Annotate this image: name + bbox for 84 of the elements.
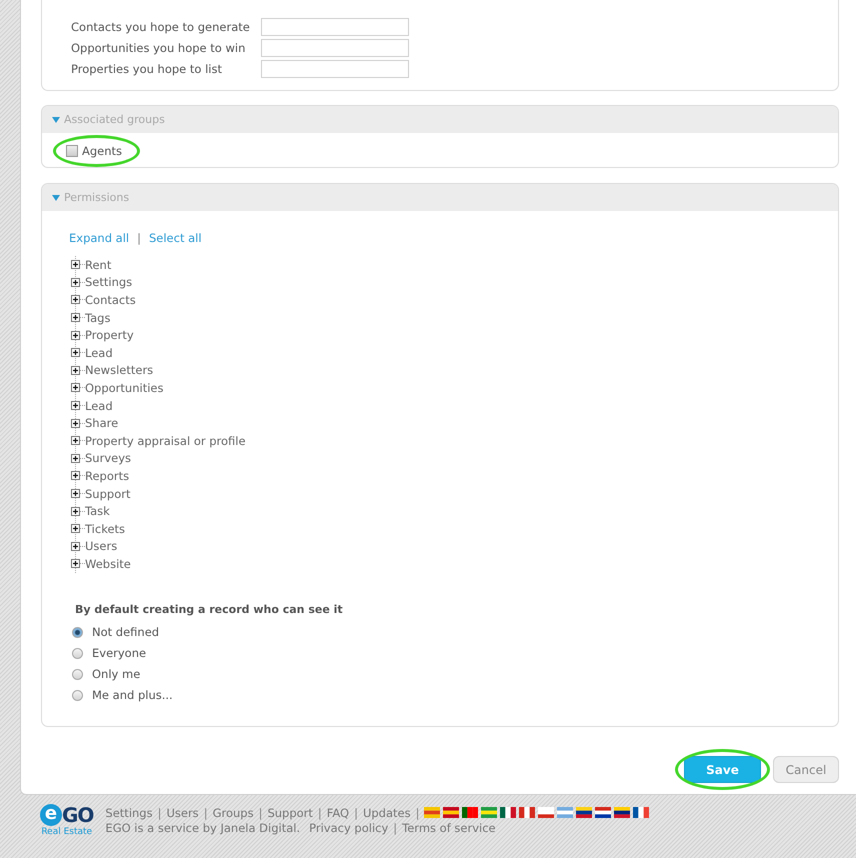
separator: | (354, 806, 358, 820)
flag-icon[interactable] (614, 807, 630, 818)
logo[interactable]: e GO Real Estate (40, 803, 94, 837)
footer-link[interactable]: Groups (212, 806, 254, 820)
expand-icon[interactable] (71, 401, 80, 410)
separator: | (393, 820, 398, 834)
flag-icon[interactable] (595, 807, 612, 818)
input-field[interactable] (261, 39, 409, 57)
expand-icon[interactable] (71, 489, 80, 498)
flag-icon[interactable] (633, 807, 650, 818)
tree-item[interactable]: Lead (85, 398, 113, 413)
section-heading: By default creating a record who can see it (75, 602, 344, 616)
tree-item[interactable]: Newsletters (85, 363, 154, 378)
expand-icon[interactable] (71, 330, 80, 340)
expand-icon[interactable] (71, 471, 80, 480)
footer-link[interactable]: Settings (105, 806, 153, 820)
input-field[interactable] (261, 18, 409, 36)
radio-label: Not defined (92, 625, 160, 640)
expand-icon[interactable] (71, 436, 80, 446)
field-label: Properties you hope to list (71, 62, 224, 76)
tree-item[interactable]: Contacts (85, 292, 136, 307)
separator: | (137, 231, 141, 245)
radio-button[interactable] (72, 626, 83, 638)
tree-item[interactable]: Users (85, 539, 118, 554)
separator: | (258, 806, 262, 820)
tree-item[interactable]: Settings (85, 275, 132, 290)
tree-item[interactable]: Opportunities (85, 380, 164, 395)
field-label: Contacts you hope to generate (71, 20, 251, 34)
credit-text: EGO is a service by Janela Digital. (105, 820, 300, 834)
footer-link[interactable]: Support (267, 806, 313, 820)
expand-icon[interactable] (71, 313, 80, 322)
checkbox-label: Agents (82, 144, 122, 158)
tree-item[interactable]: Property (85, 328, 134, 342)
tree-item[interactable]: Lead (85, 346, 113, 360)
tree-item[interactable]: Share (85, 416, 118, 430)
link[interactable]: Expand all (69, 231, 130, 245)
separator: | (204, 806, 208, 820)
caret-icon (52, 194, 60, 200)
tree-item[interactable]: Tags (85, 310, 110, 325)
tree-item[interactable]: Website (85, 556, 131, 571)
tree-item[interactable]: Property appraisal or profile (85, 434, 246, 448)
flag-icon[interactable] (500, 807, 516, 818)
tree-item[interactable]: Surveys (85, 451, 131, 466)
expand-icon[interactable] (71, 559, 80, 568)
checkbox[interactable] (66, 145, 78, 157)
expand-icon[interactable] (71, 348, 80, 358)
expand-icon[interactable] (71, 278, 80, 287)
radio-label: Everyone (92, 646, 146, 660)
caret-icon (52, 116, 60, 122)
flag-icon[interactable] (576, 807, 592, 818)
footer-link[interactable]: Updates (362, 806, 411, 820)
flag-icon[interactable] (519, 807, 536, 818)
expand-icon[interactable] (71, 295, 80, 304)
separator: | (416, 806, 420, 820)
separator: | (318, 806, 322, 820)
expand-icon[interactable] (71, 418, 80, 428)
separator: | (158, 806, 162, 820)
expand-icon[interactable] (71, 524, 80, 534)
flag-icon[interactable] (462, 807, 478, 818)
tree-item[interactable]: Task (85, 504, 110, 518)
radio-button[interactable] (72, 648, 83, 659)
input-field[interactable] (261, 60, 409, 78)
footer-link[interactable]: Privacy policy (309, 820, 388, 834)
radio-button[interactable] (72, 690, 83, 701)
expand-icon[interactable] (71, 454, 80, 463)
tree-item[interactable]: Rent (85, 258, 112, 272)
radio-label: Only me (92, 667, 140, 682)
footer-link[interactable]: Users (166, 806, 199, 820)
cancel-button[interactable]: Cancel (773, 756, 839, 783)
tree-item[interactable]: Support (85, 486, 130, 501)
expand-icon[interactable] (71, 366, 80, 375)
expand-icon[interactable] (71, 383, 80, 392)
tree-item[interactable]: Tickets (85, 522, 126, 536)
expand-icon[interactable] (71, 506, 80, 516)
tree-item[interactable]: Reports (85, 468, 130, 483)
footer-link[interactable]: Terms of service (402, 820, 496, 834)
expand-icon[interactable] (71, 260, 80, 270)
flag-icon[interactable] (538, 807, 554, 818)
radio-button[interactable] (72, 668, 83, 680)
expand-icon[interactable] (71, 542, 80, 551)
footer-link[interactable]: FAQ (326, 806, 350, 820)
radio-label: Me and plus... (92, 688, 173, 702)
link[interactable]: Select all (148, 231, 202, 245)
field-label: Opportunities you hope to win (71, 41, 246, 55)
